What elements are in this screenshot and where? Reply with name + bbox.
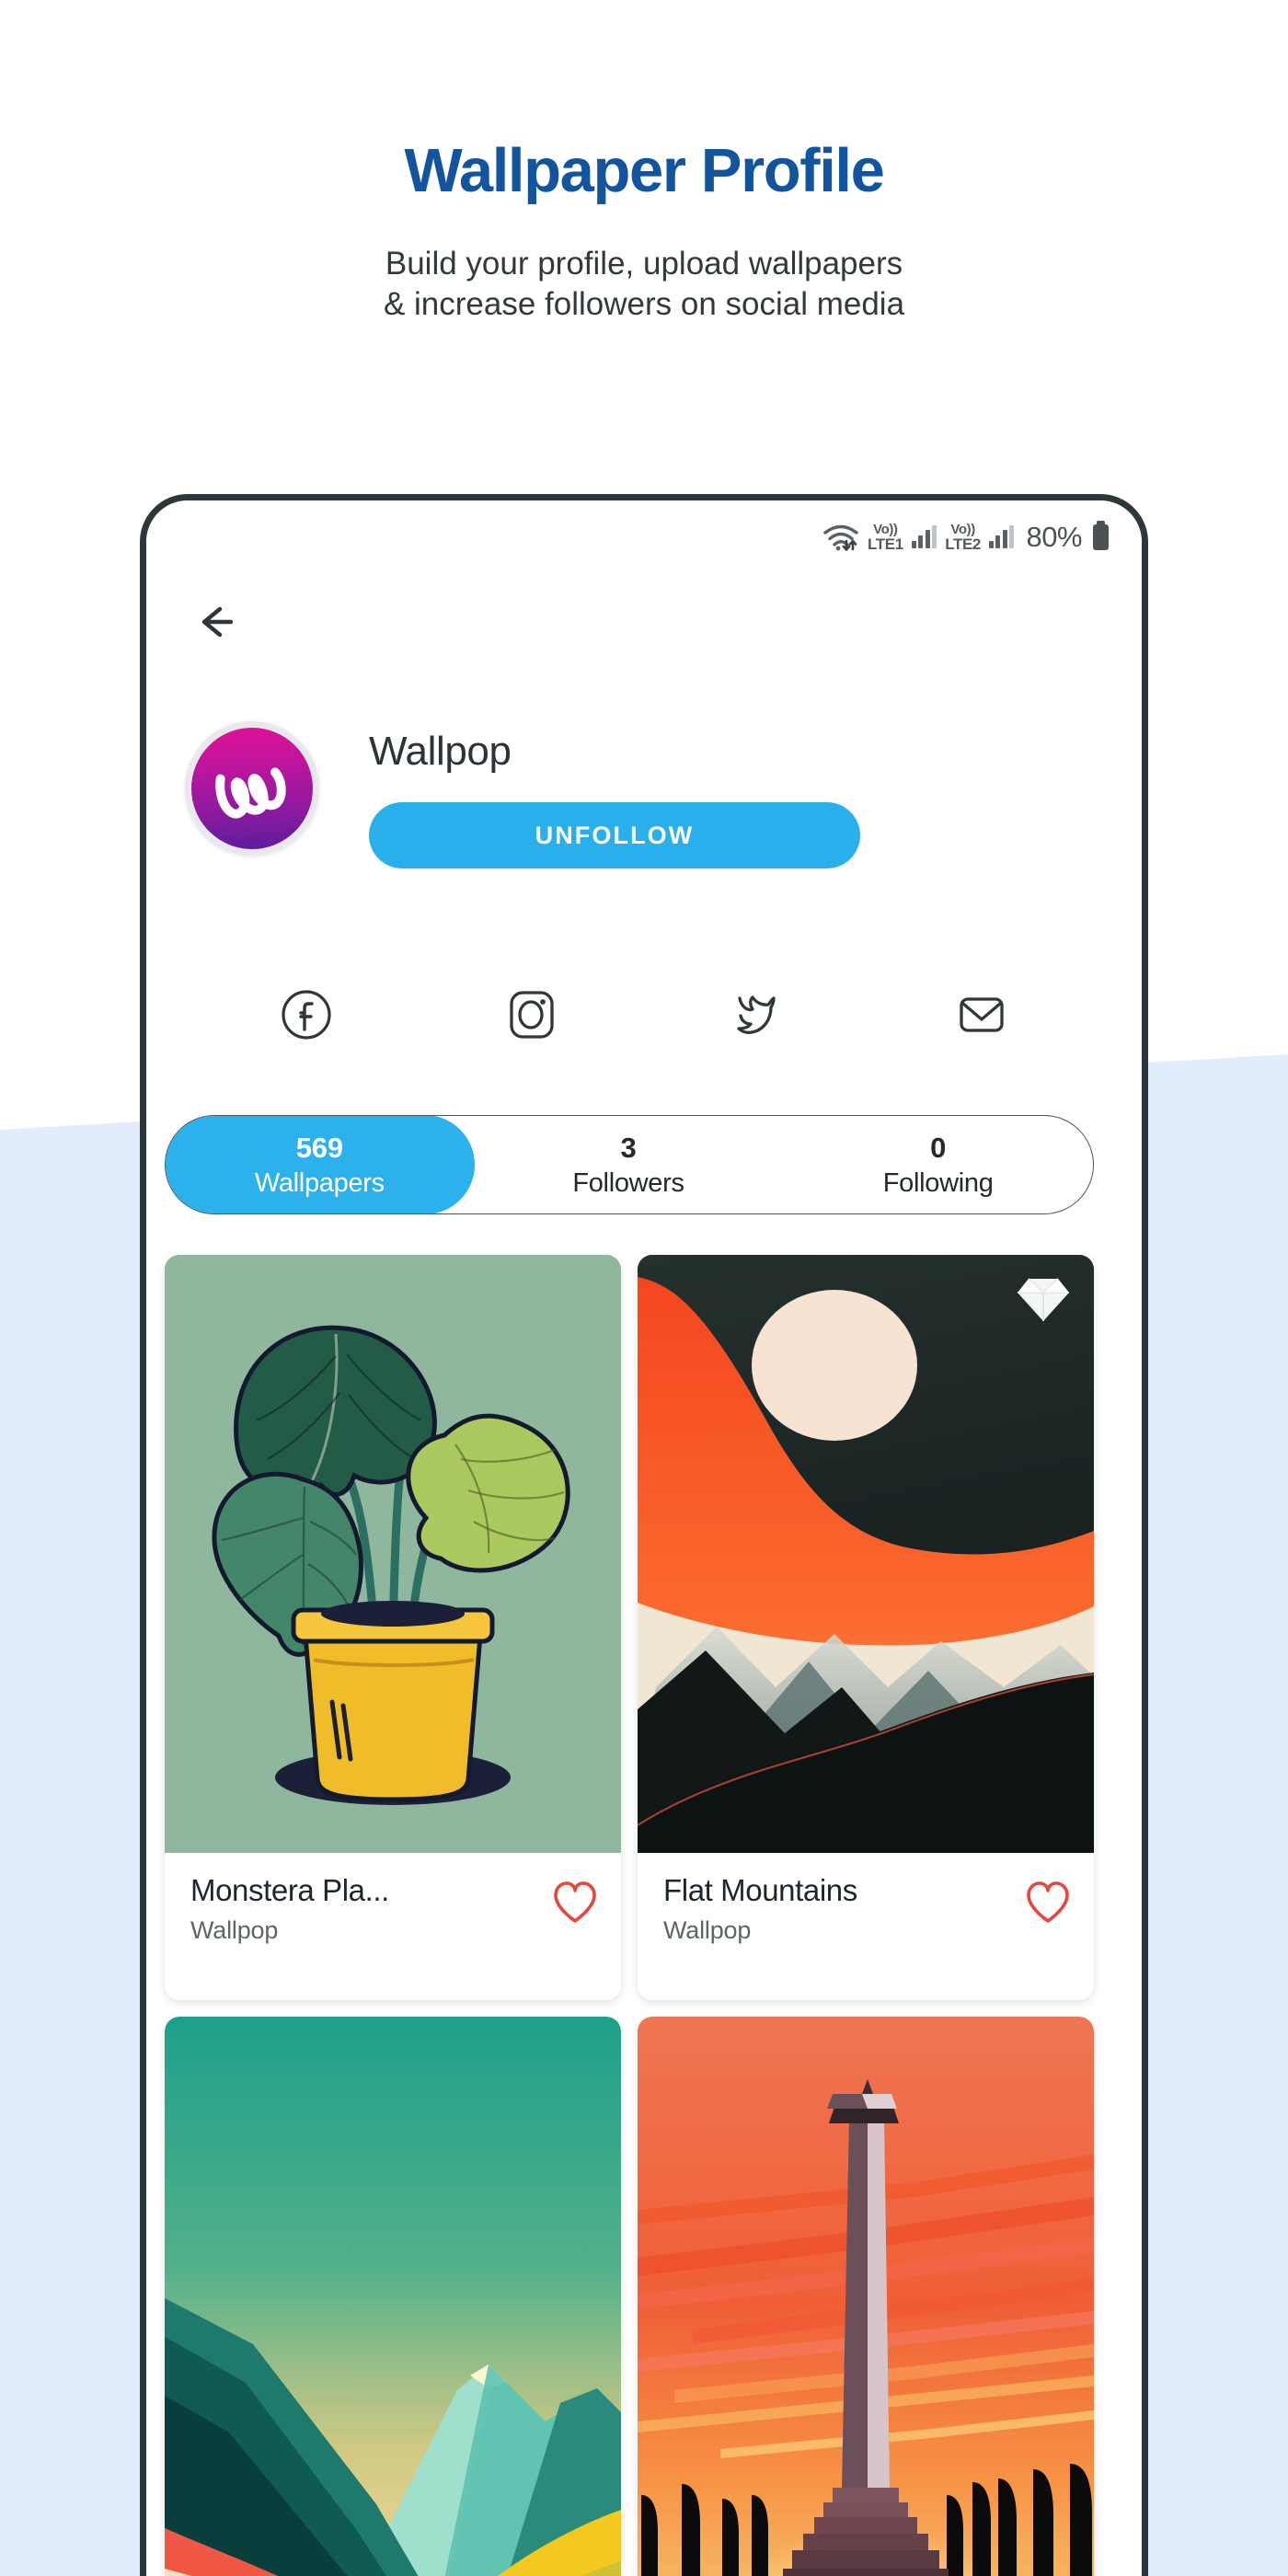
social-links-row	[146, 986, 1142, 1043]
heart-outline-icon	[1027, 1881, 1069, 1923]
premium-badge	[1015, 1273, 1072, 1325]
following-count: 0	[930, 1131, 947, 1164]
flat-mountains-illustration	[638, 1255, 1094, 1853]
wallpaper-card[interactable]	[165, 2017, 621, 2576]
battery-icon	[1093, 521, 1109, 550]
wallpaper-title: Monstera Pla...	[190, 1873, 389, 1907]
volte2-indicator: Vo)) LTE2	[945, 522, 981, 553]
sunset-monument-illustration	[638, 2017, 1094, 2576]
followers-label: Followers	[572, 1167, 684, 1198]
facebook-icon	[282, 990, 331, 1040]
instagram-link[interactable]	[503, 986, 560, 1043]
wallpaper-thumbnail[interactable]	[165, 1255, 621, 1853]
profile-name: Wallpop	[369, 729, 512, 774]
wallpaper-author: Wallpop	[663, 1916, 752, 1944]
unfollow-button[interactable]: UNFOLLOW	[369, 802, 860, 868]
wallpaper-card-meta: Flat Mountains Wallpop	[638, 1853, 1094, 2000]
facebook-link[interactable]	[278, 986, 335, 1043]
signal-bars-sim2-icon	[988, 525, 1015, 548]
stat-tab-followers[interactable]: 3 Followers	[474, 1116, 784, 1213]
wallpapers-label: Wallpapers	[254, 1167, 385, 1198]
email-icon	[960, 997, 1004, 1032]
email-link[interactable]	[953, 986, 1010, 1043]
wallpaper-thumbnail[interactable]	[638, 1255, 1094, 1853]
stat-tab-following[interactable]: 0 Following	[783, 1116, 1093, 1213]
arrow-left-icon	[201, 606, 234, 638]
monstera-plant-illustration	[165, 1255, 621, 1853]
following-label: Following	[882, 1167, 994, 1198]
wallpaper-card[interactable]: Monstera Pla... Wallpop	[165, 1255, 621, 2000]
diamond-icon	[1018, 1278, 1069, 1321]
followers-count: 3	[620, 1131, 637, 1164]
wallpaper-title: Flat Mountains	[663, 1873, 857, 1907]
profile-header: Wallpop UNFOLLOW	[146, 721, 1142, 896]
promo-copy: Wallpaper Profile Build your profile, up…	[0, 0, 1288, 325]
subtitle-line-2: & increase followers on social media	[383, 286, 905, 323]
wallpop-logo-icon	[215, 767, 286, 819]
heart-outline-icon	[554, 1881, 596, 1923]
battery-percent-label: 80%	[1026, 521, 1082, 553]
back-button[interactable]	[181, 589, 247, 655]
phone-screen: Vo)) LTE1 Vo)) LTE2 80% Wallpop UNFOLLOW…	[146, 500, 1142, 2576]
wallpaper-card-meta: Monstera Pla... Wallpop	[165, 1853, 621, 2000]
teal-valley-illustration	[165, 2017, 621, 2576]
status-bar: Vo)) LTE1 Vo)) LTE2 80%	[822, 517, 1109, 558]
wallpaper-grid: Monstera Pla... Wallpop Flat Mountains W…	[165, 1255, 1094, 2576]
phone-mockup-frame: Vo)) LTE1 Vo)) LTE2 80% Wallpop UNFOLLOW…	[140, 494, 1148, 2576]
instagram-icon	[510, 991, 554, 1039]
volte1-indicator: Vo)) LTE1	[868, 522, 903, 553]
twitter-icon	[737, 995, 776, 1034]
wallpaper-author: Wallpop	[190, 1916, 279, 1944]
wallpaper-card[interactable]	[638, 2017, 1094, 2576]
subtitle-line-1: Build your profile, upload wallpapers	[385, 246, 903, 282]
wallpaper-card[interactable]: Flat Mountains Wallpop	[638, 1255, 1094, 2000]
wallpapers-count: 569	[295, 1131, 343, 1164]
signal-bars-sim1-icon	[911, 525, 937, 548]
wifi-icon	[822, 523, 859, 552]
like-button[interactable]	[551, 1879, 599, 1926]
page-title: Wallpaper Profile	[404, 136, 884, 205]
stat-tab-wallpapers[interactable]: 569 Wallpapers	[166, 1116, 475, 1213]
page-subtitle: Build your profile, upload wallpapers & …	[0, 244, 1288, 325]
avatar[interactable]	[185, 721, 319, 856]
twitter-link[interactable]	[728, 986, 785, 1043]
like-button[interactable]	[1024, 1879, 1072, 1926]
wallpaper-thumbnail[interactable]	[638, 2017, 1094, 2576]
wallpaper-thumbnail[interactable]	[165, 2017, 621, 2576]
profile-stats-tabs: 569 Wallpapers 3 Followers 0 Following	[165, 1115, 1094, 1214]
promo-screenshot: Wallpaper Profile Build your profile, up…	[0, 0, 1288, 2576]
